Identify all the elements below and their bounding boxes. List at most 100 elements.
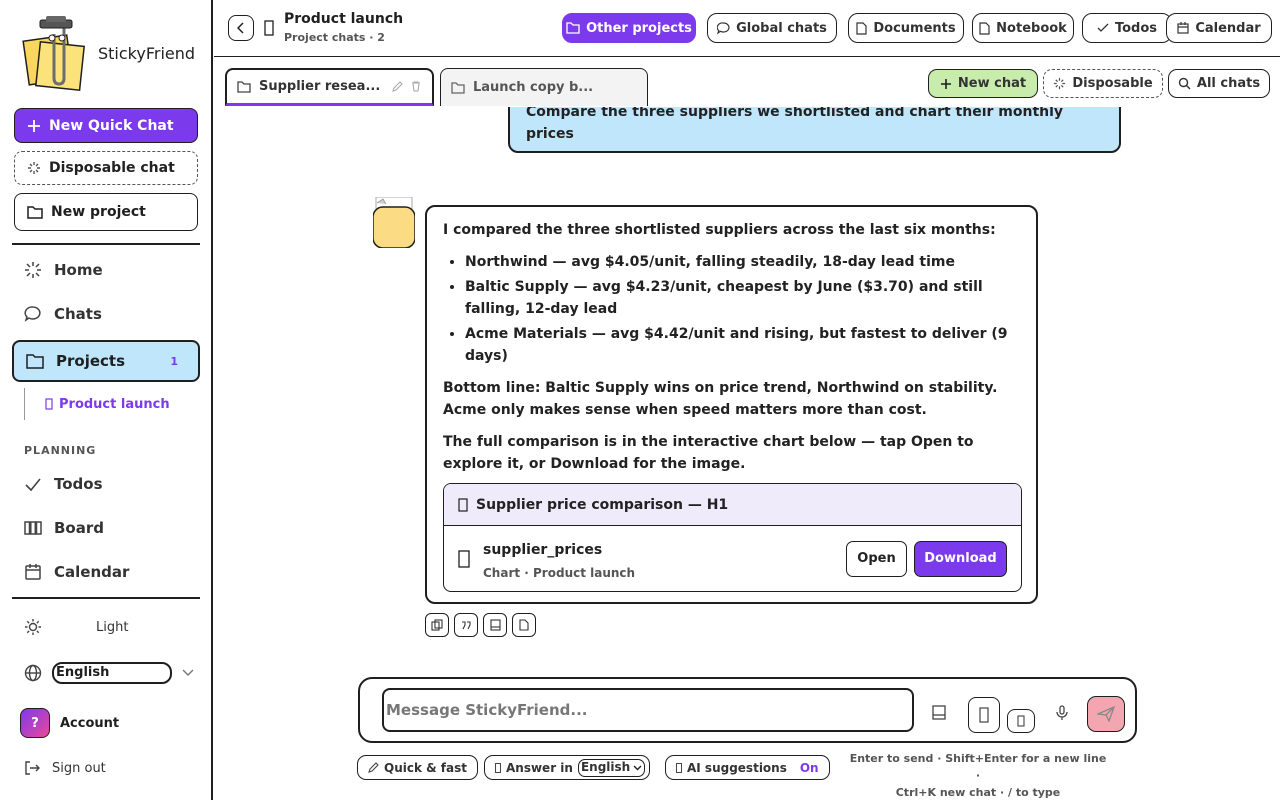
artifact-title: Supplier price comparison — H1: [476, 496, 729, 513]
image-button[interactable]: [1007, 709, 1035, 733]
calendar-icon: [1177, 22, 1189, 34]
new-chat-button[interactable]: New chat: [928, 69, 1038, 98]
keyboard-hint: Enter to send · Shift+Enter for a new li…: [848, 750, 1108, 800]
answer-language-select[interactable]: English: [577, 758, 646, 777]
tab-label: Supplier resea...: [259, 79, 381, 94]
language-select[interactable]: English: [52, 662, 172, 684]
sign-out-button[interactable]: Sign out: [24, 760, 106, 776]
disposable-label: Disposable: [1072, 76, 1153, 91]
notebook-attach-button[interactable]: [932, 705, 946, 720]
file-icon: [979, 707, 989, 723]
new-chat-label: New chat: [957, 76, 1027, 91]
disposable-chat-button[interactable]: Disposable chat: [14, 151, 198, 185]
assistant-avatar: [372, 196, 416, 249]
artifact-card: Supplier price comparison — H1 supplier_…: [443, 483, 1022, 592]
sidebar-project-product-launch[interactable]: Product launch: [24, 388, 170, 420]
tab-supplier-research[interactable]: Supplier resea...: [225, 68, 434, 106]
global-chats-label: Global chats: [736, 20, 827, 36]
back-button[interactable]: [228, 15, 254, 41]
nav-home[interactable]: Home: [24, 261, 103, 279]
artifact-header: Supplier price comparison — H1: [444, 484, 1021, 526]
documents-button[interactable]: Documents: [848, 13, 964, 43]
chat-thread[interactable]: Compare the three suppliers we shortlist…: [214, 107, 1280, 677]
project-header: Product launch Project chats · 2 Other p…: [214, 0, 1280, 57]
answer-language[interactable]: Answer in English: [484, 755, 651, 780]
new-quick-chat-button[interactable]: New Quick Chat: [14, 108, 198, 143]
tab-launch-copy[interactable]: Launch copy b...: [440, 68, 648, 106]
folder-icon: [237, 80, 251, 93]
list-item: Acme Materials — avg $4.42/unit and risi…: [465, 323, 1020, 367]
message-paragraph: The full comparison is in the interactiv…: [443, 434, 974, 472]
artifact-file-meta: Chart · Product launch: [483, 566, 636, 580]
nav-projects[interactable]: Projects 1: [12, 340, 200, 382]
project-icon: [264, 20, 274, 40]
microphone-icon: [1056, 705, 1068, 721]
todos-button[interactable]: Todos: [1082, 13, 1172, 43]
nav-home-label: Home: [54, 261, 103, 279]
sun-icon: [24, 618, 42, 636]
hint-line: Enter to send · Shift+Enter for a new li…: [849, 752, 1107, 782]
all-chats-button[interactable]: All chats: [1168, 69, 1270, 98]
image-icon: [1017, 715, 1025, 727]
trash-icon[interactable]: [411, 81, 421, 92]
nav-todos[interactable]: Todos: [24, 475, 103, 493]
sidebar-project-label: Product launch: [59, 396, 170, 412]
artifact-body: supplier_prices Chart · Product launch O…: [444, 526, 1021, 591]
tab-label: Launch copy b...: [473, 80, 594, 95]
nav-calendar-label: Calendar: [54, 563, 130, 581]
ai-suggestions-toggle[interactable]: AI suggestions On: [665, 755, 830, 780]
nav-chats-label: Chats: [54, 305, 102, 323]
quote-button[interactable]: [454, 613, 478, 637]
theme-toggle[interactable]: Light: [24, 618, 194, 636]
plus-icon: [940, 78, 952, 90]
message-paragraph: I compared the three shortlisted supplie…: [443, 222, 996, 238]
notebook-icon: [932, 705, 946, 720]
message-list: Northwind — avg $4.05/unit, falling stea…: [465, 251, 1020, 367]
quick-fast-toggle[interactable]: Quick & fast: [357, 755, 478, 780]
attach-file-button[interactable]: [968, 697, 1000, 733]
open-button[interactable]: Open: [846, 541, 907, 577]
disposable-button[interactable]: Disposable: [1043, 69, 1163, 98]
sparkle-icon: [27, 161, 41, 175]
account-button[interactable]: ? Account: [20, 708, 119, 738]
answer-language-value: English: [580, 760, 631, 774]
notebook-button[interactable]: Notebook: [972, 13, 1074, 43]
edit-icon[interactable]: [392, 81, 404, 92]
message-input[interactable]: [382, 688, 914, 732]
nav-projects-label: Projects: [56, 352, 126, 370]
nav-todos-label: Todos: [54, 475, 103, 493]
sign-out-icon: [24, 760, 40, 776]
download-button[interactable]: Download: [914, 541, 1007, 577]
copy-button[interactable]: [425, 613, 449, 637]
user-message: Compare the three suppliers we shortlist…: [508, 107, 1121, 153]
other-projects-button[interactable]: Other projects: [562, 13, 696, 43]
nav-board-label: Board: [54, 519, 104, 537]
global-chats-button[interactable]: Global chats: [707, 13, 837, 43]
search-icon: [1178, 77, 1191, 90]
save-to-notebook-button[interactable]: [483, 613, 507, 637]
nav-board[interactable]: Board: [24, 519, 104, 537]
chevron-down-icon: [633, 765, 642, 771]
calendar-icon: [24, 563, 42, 581]
brand-name: StickyFriend: [98, 44, 196, 63]
microphone-button[interactable]: [1056, 705, 1068, 721]
language-picker[interactable]: English: [24, 662, 194, 684]
project-icon: [45, 398, 53, 410]
save-to-documents-button[interactable]: [512, 613, 536, 637]
calendar-button[interactable]: Calendar: [1166, 13, 1272, 43]
send-button[interactable]: [1087, 696, 1125, 732]
new-project-button[interactable]: New project: [14, 193, 198, 231]
chat-bubble-icon: [717, 21, 730, 35]
divider: [12, 243, 200, 245]
folder-icon: [27, 205, 43, 219]
avatar: ?: [20, 708, 50, 738]
lightbulb-icon: [676, 762, 682, 773]
theme-label: Light: [96, 619, 129, 635]
stickyfriend-logo: [22, 16, 88, 92]
sparkle-icon: [1053, 77, 1066, 90]
nav-chats[interactable]: Chats: [24, 305, 102, 323]
nav-calendar[interactable]: Calendar: [24, 563, 129, 581]
documents-label: Documents: [873, 20, 956, 36]
chevron-down-icon: [182, 669, 194, 677]
chevron-left-icon: [237, 22, 245, 34]
